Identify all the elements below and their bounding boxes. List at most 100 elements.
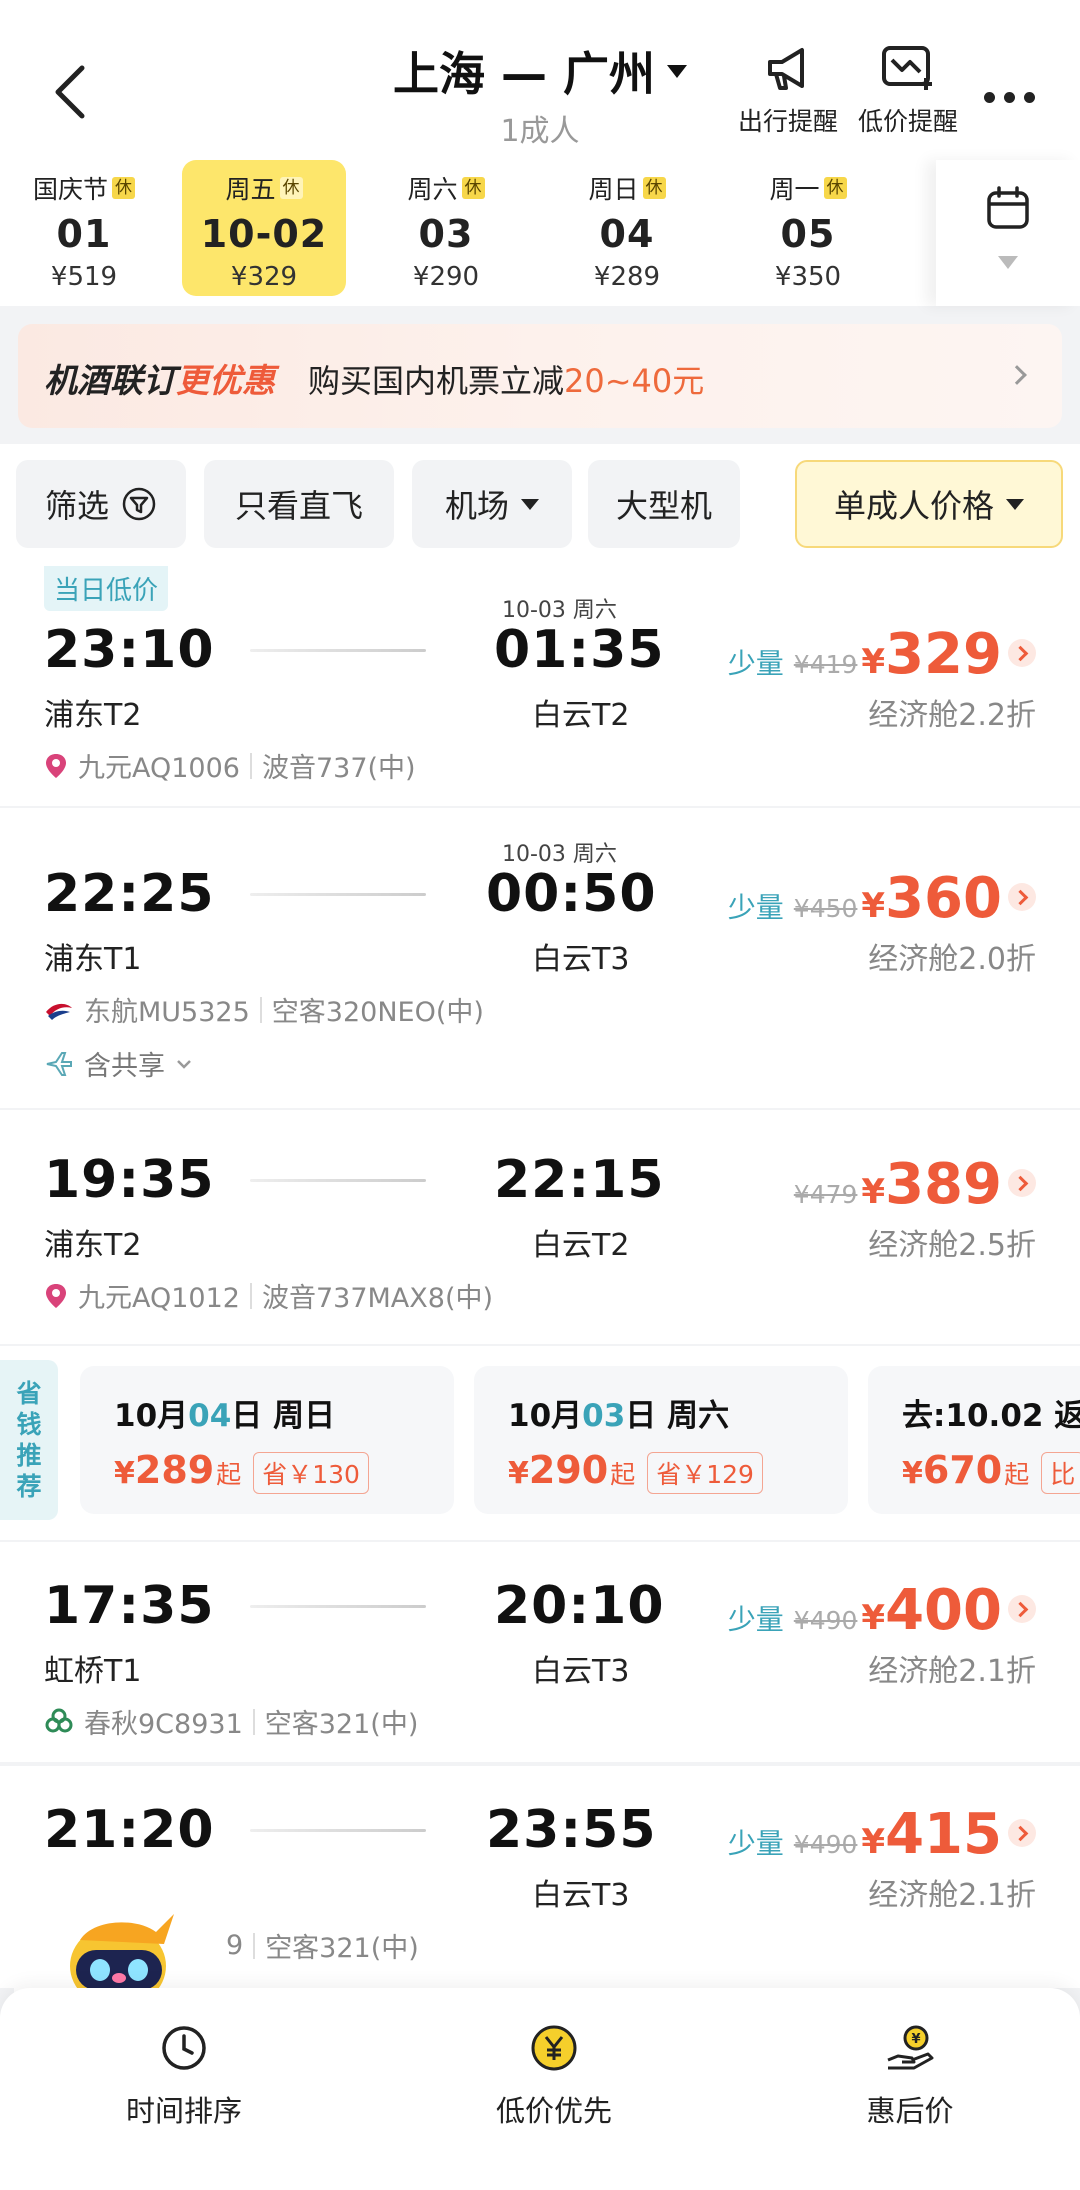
flight-number: 东航MU5325 bbox=[84, 997, 250, 1028]
arrival-time: 00:50 bbox=[486, 864, 657, 924]
svg-text:¥: ¥ bbox=[911, 2032, 920, 2047]
date-day: 03 bbox=[418, 212, 474, 256]
sort-by-low-price-label: 低价优先 bbox=[495, 2094, 612, 2128]
arrival-terminal: 白云T3 bbox=[532, 1878, 630, 1913]
trip-reminder-button[interactable]: 出行提醒 bbox=[728, 42, 848, 138]
airport-label: 机场 bbox=[444, 487, 509, 525]
date-item[interactable]: 周六休 03 ¥290 bbox=[364, 160, 528, 296]
chevron-down-icon bbox=[177, 1059, 191, 1069]
aircraft-type: 波音737MAX8(中) bbox=[261, 1283, 494, 1314]
price-block: 少量 ¥490 ¥ 415 bbox=[728, 1802, 1036, 1867]
holiday-badge: 休 bbox=[112, 177, 135, 199]
caret-down-icon bbox=[1006, 498, 1024, 510]
bottom-sort-bar: 时间排序 低价优先 ¥ 惠后价 bbox=[0, 1988, 1080, 2190]
savings-card[interactable]: 10月03日 周六 ¥290 起省￥129 bbox=[474, 1366, 848, 1514]
trip-reminder-label: 出行提醒 bbox=[737, 107, 838, 136]
more-menu-button[interactable] bbox=[984, 88, 1044, 107]
limited-seats: 少量 bbox=[727, 647, 784, 680]
cabin-discount: 经济舱2.0折 bbox=[868, 942, 1036, 977]
airline-logo-icon bbox=[46, 1003, 72, 1020]
airport-filter[interactable]: 机场 bbox=[412, 460, 572, 548]
price-alert-label: 低价提醒 bbox=[857, 107, 958, 136]
flight-number: 9 bbox=[226, 1930, 244, 1961]
savings-card[interactable]: 10月04日 周日 ¥289 起省￥130 bbox=[80, 1366, 454, 1514]
filter-icon bbox=[122, 487, 156, 521]
price: 400 bbox=[885, 1578, 1002, 1643]
date-day: 10-02 bbox=[200, 212, 328, 256]
adult-price-toggle[interactable]: 单成人价格 bbox=[795, 460, 1063, 548]
promo-title: 机酒联订更优惠 bbox=[44, 361, 275, 400]
sort-by-low-price[interactable]: 低价优先 bbox=[434, 2024, 674, 2130]
airline-logo-icon bbox=[45, 1708, 73, 1732]
departure-time: 21:20 bbox=[44, 1800, 215, 1860]
date-weekday: 周日 bbox=[588, 175, 639, 204]
date-item[interactable]: 周一休 05 ¥350 bbox=[726, 160, 890, 296]
filter-label: 筛选 bbox=[44, 487, 109, 525]
promo-text: 购买国内机票立减20~40元 bbox=[308, 362, 705, 400]
airline-info: 东航MU5325 空客320NEO(中) bbox=[44, 990, 484, 1029]
lowest-price-tag: 当日低价 bbox=[44, 566, 169, 611]
flight-number: 九元AQ1012 bbox=[78, 1283, 240, 1314]
flight-card[interactable]: 17:35 20:10 虹桥T1 白云T3 少量 ¥490 ¥ 400 经济舱2… bbox=[0, 1542, 1080, 1762]
plane-share-icon bbox=[46, 1051, 72, 1076]
flight-number: 九元AQ1006 bbox=[78, 753, 240, 784]
date-price: ¥350 bbox=[774, 262, 842, 292]
sort-by-discount-price[interactable]: ¥ 惠后价 bbox=[790, 2024, 1030, 2130]
aircraft-type: 空客321(中) bbox=[264, 1709, 419, 1740]
large-aircraft-filter[interactable]: 大型机 bbox=[588, 460, 740, 548]
route-line bbox=[250, 1829, 426, 1832]
date-strip: 国庆节休 01 ¥519 周五休 10-02 ¥329 周六休 03 ¥290 … bbox=[0, 160, 1080, 306]
flight-number: 春秋9C8931 bbox=[84, 1709, 243, 1740]
sort-by-discount-price-label: 惠后价 bbox=[866, 2094, 954, 2128]
flight-card[interactable]: 10-03 周六 22:25 00:50 浦东T1 白云T3 少量 ¥450 ¥… bbox=[0, 808, 1080, 1108]
codeshare-toggle[interactable]: 含共享 bbox=[44, 1044, 193, 1083]
currency: ¥ bbox=[861, 1598, 886, 1638]
departure-time: 19:35 bbox=[44, 1150, 215, 1210]
currency: ¥ bbox=[861, 1822, 886, 1862]
airline-info: 九元AQ1012 波音737MAX8(中) bbox=[44, 1276, 493, 1315]
original-price: ¥490 bbox=[793, 1830, 858, 1859]
holiday-badge: 休 bbox=[823, 177, 847, 199]
date-item[interactable]: 国庆节休 01 ¥519 bbox=[2, 160, 166, 296]
date-day: 05 bbox=[780, 212, 836, 256]
calendar-button[interactable] bbox=[936, 160, 1080, 306]
price-alert-button[interactable]: 低价提醒 bbox=[848, 42, 968, 138]
megaphone-icon bbox=[768, 48, 804, 90]
sort-by-time[interactable]: 时间排序 bbox=[64, 2024, 304, 2130]
original-price: ¥490 bbox=[793, 1606, 858, 1635]
departure-time: 23:10 bbox=[44, 620, 215, 680]
airline-info: 春秋9C8931 空客321(中) bbox=[44, 1702, 418, 1741]
date-item-selected[interactable]: 周五休 10-02 ¥329 bbox=[182, 160, 346, 296]
airline-logo-icon bbox=[46, 753, 66, 778]
price-block: 少量 ¥419 ¥ 329 bbox=[728, 622, 1036, 687]
flight-card[interactable]: 当日低价 10-03 周六 23:10 01:35 浦东T2 白云T2 少量 ¥… bbox=[0, 566, 1080, 806]
direct-only-filter[interactable]: 只看直飞 bbox=[204, 460, 394, 548]
price-block: 少量 ¥450 ¥ 360 bbox=[728, 866, 1036, 931]
adult-price-label: 单成人价格 bbox=[833, 487, 994, 525]
chevron-right-icon bbox=[1008, 883, 1036, 911]
chevron-right-icon bbox=[1008, 1819, 1036, 1847]
departure-time: 22:25 bbox=[44, 864, 215, 924]
savings-roundtrip: 去:10.02 返 bbox=[902, 1398, 1080, 1434]
promo-banner[interactable]: 机酒联订更优惠 购买国内机票立减20~40元 bbox=[18, 324, 1062, 428]
savings-price: ¥670 起比 bbox=[902, 1448, 1080, 1494]
hand-coin-icon: ¥ bbox=[887, 2025, 934, 2070]
savings-card[interactable]: 去:10.02 返 ¥670 起比 bbox=[868, 1366, 1080, 1514]
caret-down-icon bbox=[667, 65, 688, 78]
route-title: 上海 — 广州 bbox=[392, 47, 656, 101]
airline-logo-icon bbox=[46, 1283, 66, 1308]
cabin-discount: 经济舱2.1折 bbox=[868, 1654, 1036, 1689]
price-block: ¥479 ¥ 389 bbox=[794, 1152, 1036, 1217]
savings-amount-badge: 比 bbox=[1041, 1452, 1080, 1494]
arrival-terminal: 白云T2 bbox=[532, 1228, 630, 1263]
filter-bar: 筛选 只看直飞 机场 大型机 单成人价格 bbox=[0, 444, 1080, 566]
flight-card[interactable]: 19:35 22:15 浦东T2 白云T2 ¥479 ¥ 389 经济舱2.5折… bbox=[0, 1110, 1080, 1344]
holiday-badge: 休 bbox=[279, 177, 303, 199]
aircraft-type: 空客320NEO(中) bbox=[271, 997, 484, 1028]
clock-icon bbox=[162, 2026, 206, 2070]
departure-time: 17:35 bbox=[44, 1576, 215, 1636]
date-price: ¥329 bbox=[230, 262, 298, 292]
filter-button[interactable]: 筛选 bbox=[16, 460, 186, 548]
airline-info: 九元AQ1006 波音737(中) bbox=[44, 746, 416, 785]
date-item[interactable]: 周日休 04 ¥289 bbox=[545, 160, 709, 296]
